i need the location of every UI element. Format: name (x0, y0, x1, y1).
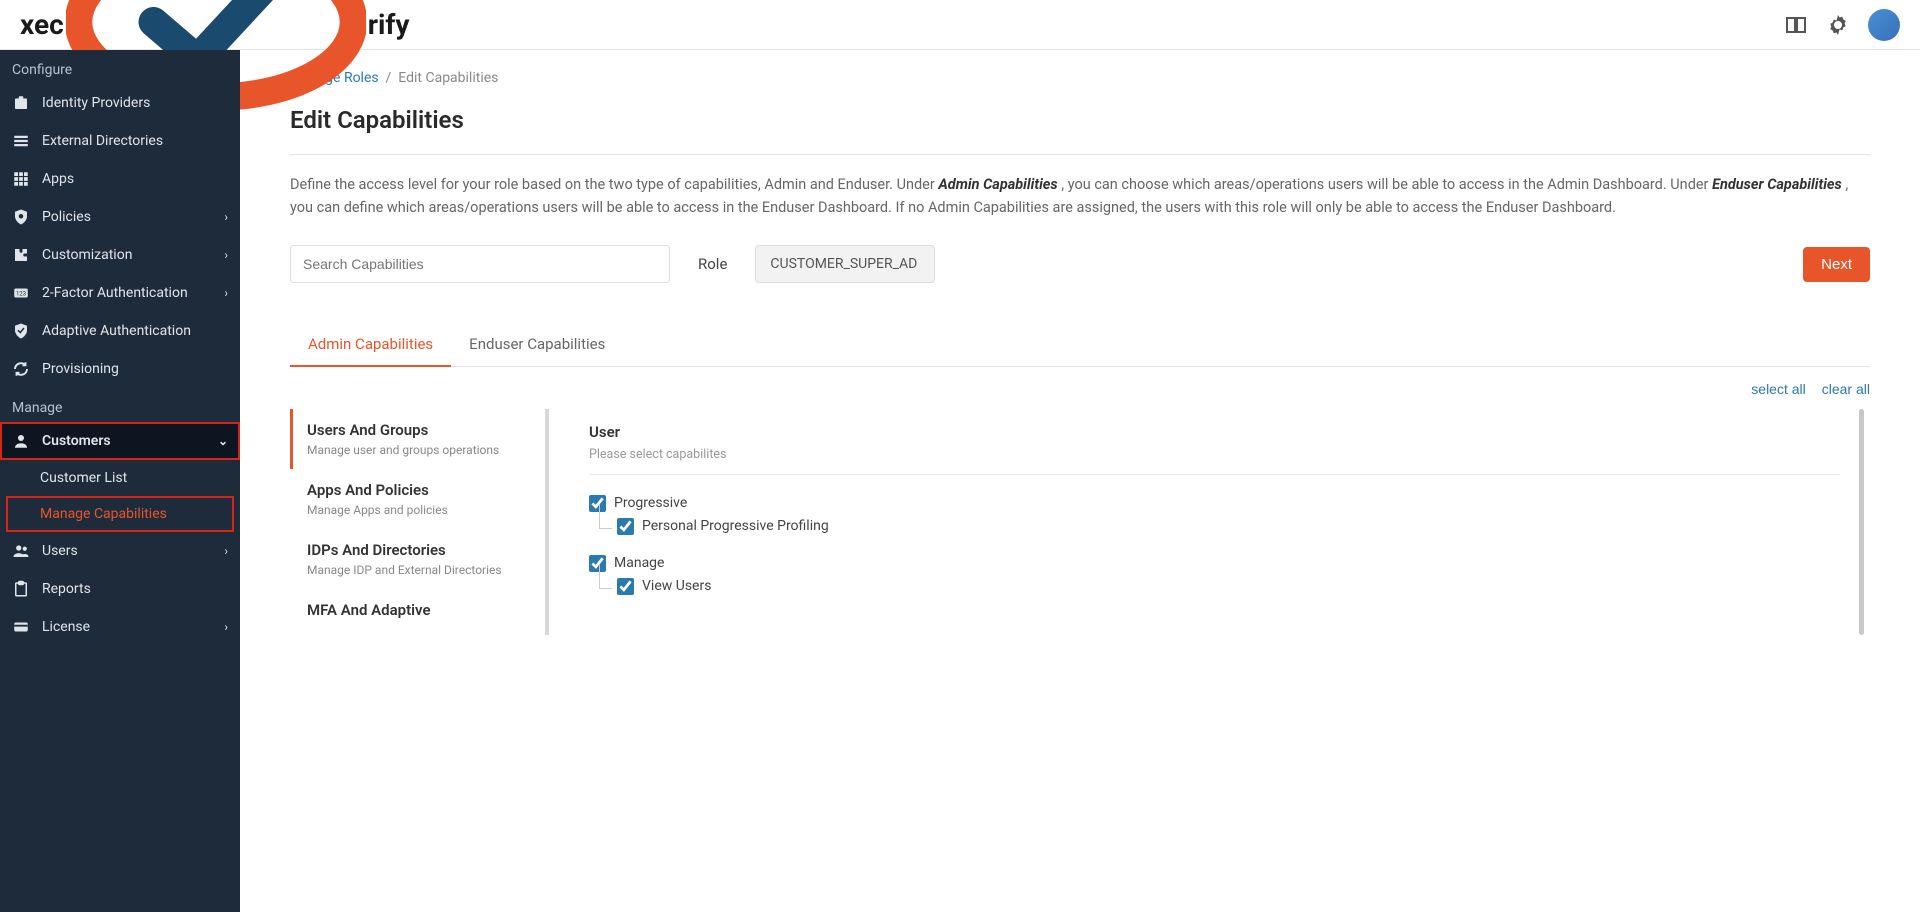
svg-text:123: 123 (16, 290, 26, 297)
sidebar-item-adaptive-authentication[interactable]: Adaptive Authentication (0, 312, 240, 350)
nav-label: Customers (42, 433, 111, 449)
nav-label: Customization (42, 247, 132, 263)
sidebar-item-policies[interactable]: Policies › (0, 198, 240, 236)
next-button[interactable]: Next (1803, 247, 1870, 282)
category-desc: Manage user and groups operations (307, 443, 531, 457)
chevron-right-icon: › (224, 248, 228, 262)
avatar[interactable] (1868, 9, 1900, 41)
grid-icon (12, 170, 30, 188)
nav-label: External Directories (42, 133, 163, 149)
category-desc: Manage Apps and policies (307, 503, 531, 517)
gear-icon[interactable] (1826, 13, 1850, 37)
shield-check-icon (12, 322, 30, 340)
chevron-right-icon: › (224, 544, 228, 558)
capability-manage: Manage (589, 555, 1840, 572)
role-label: Role (698, 255, 727, 273)
category-title: Apps And Policies (307, 481, 531, 499)
search-input[interactable] (290, 245, 670, 283)
category-title: MFA And Adaptive (307, 601, 531, 619)
card-icon (12, 618, 30, 636)
nav-label: 2-Factor Authentication (42, 285, 188, 301)
nav-label: Apps (42, 171, 74, 187)
sidebar-item-users[interactable]: Users › (0, 532, 240, 570)
nav-label: Users (42, 543, 78, 559)
clipboard-icon (12, 580, 30, 598)
category-mfa-and-adaptive[interactable]: MFA And Adaptive (290, 589, 545, 635)
tab-admin-capabilities[interactable]: Admin Capabilities (290, 323, 451, 367)
page-description: Define the access level for your role ba… (290, 173, 1870, 219)
logo-text-post: rify (368, 8, 410, 41)
category-title: Users And Groups (307, 421, 531, 439)
sidebar-subitem-customer-list[interactable]: Customer List (0, 460, 240, 496)
capability-categories: Users And Groups Manage user and groups o… (290, 409, 545, 635)
chevron-right-icon: › (224, 286, 228, 300)
divider (589, 474, 1840, 475)
sidebar-section-configure: Configure (0, 50, 240, 84)
sidebar-item-2-factor-authentication[interactable]: 123 2-Factor Authentication › (0, 274, 240, 312)
sidebar-item-external-directories[interactable]: External Directories (0, 122, 240, 160)
people-icon (12, 542, 30, 560)
category-idps-and-directories[interactable]: IDPs And Directories Manage IDP and Exter… (290, 529, 545, 589)
capability-view-users: View Users (617, 578, 1840, 595)
docs-icon[interactable] (1784, 13, 1808, 37)
sync-icon (12, 360, 30, 378)
main-content: Manage Roles / Edit Capabilities Edit Ca… (240, 50, 1920, 912)
divider (290, 154, 1870, 155)
capability-checkbox[interactable] (617, 578, 634, 595)
badge-icon (12, 94, 30, 112)
category-desc: Manage IDP and External Directories (307, 563, 531, 577)
sidebar-item-provisioning[interactable]: Provisioning (0, 350, 240, 388)
capability-detail: User Please select capabilites Progressi… (545, 409, 1870, 635)
breadcrumb-current: Edit Capabilities (398, 70, 498, 86)
clear-all-button[interactable]: clear all (1822, 381, 1870, 397)
capability-label: Progressive (614, 496, 687, 512)
category-users-and-groups[interactable]: Users And Groups Manage user and groups o… (290, 409, 545, 469)
tabs: Admin CapabilitiesEnduser Capabilities (290, 323, 1870, 367)
nav-label: Provisioning (42, 361, 119, 377)
category-apps-and-policies[interactable]: Apps And Policies Manage Apps and policie… (290, 469, 545, 529)
chevron-right-icon: › (224, 210, 228, 224)
capability-label: View Users (642, 579, 711, 595)
sidebar-item-reports[interactable]: Reports (0, 570, 240, 608)
sidebar-subitem-manage-capabilities[interactable]: Manage Capabilities (6, 496, 234, 532)
detail-subtitle: Please select capabilites (589, 447, 1840, 462)
nav-label: Policies (42, 209, 91, 225)
num-icon: 123 (12, 284, 30, 302)
tab-enduser-capabilities[interactable]: Enduser Capabilities (451, 323, 623, 366)
nav-label: Identity Providers (42, 95, 150, 111)
header: xec rify (0, 0, 1920, 50)
category-title: IDPs And Directories (307, 541, 531, 559)
page-title: Edit Capabilities (290, 106, 1870, 134)
sidebar: Configure Identity Providers External Dir… (0, 50, 240, 912)
person-icon (12, 432, 30, 450)
chevron-down-icon: ⌄ (218, 434, 228, 448)
logo-text-pre: xec (20, 8, 64, 41)
sidebar-section-manage: Manage (0, 388, 240, 422)
capability-personal-progressive-profiling: Personal Progressive Profiling (617, 518, 1840, 535)
sidebar-item-customers[interactable]: Customers ⌄ (0, 422, 240, 460)
nav-label: Reports (42, 581, 91, 597)
sidebar-item-identity-providers[interactable]: Identity Providers (0, 84, 240, 122)
puzzle-icon (12, 246, 30, 264)
capability-label: Manage (614, 556, 664, 572)
sidebar-item-customization[interactable]: Customization › (0, 236, 240, 274)
sidebar-item-license[interactable]: License › (0, 608, 240, 646)
sidebar-item-apps[interactable]: Apps (0, 160, 240, 198)
shield-icon (12, 208, 30, 226)
breadcrumb: Manage Roles / Edit Capabilities (290, 70, 1870, 86)
chevron-right-icon: › (224, 620, 228, 634)
nav-label: Adaptive Authentication (42, 323, 191, 339)
select-all-button[interactable]: select all (1751, 381, 1805, 397)
nav-label: License (42, 619, 90, 635)
role-value: CUSTOMER_SUPER_AD (755, 245, 935, 283)
capability-progressive: Progressive (589, 495, 1840, 512)
capability-label: Personal Progressive Profiling (642, 519, 829, 535)
list-icon (12, 132, 30, 150)
capability-checkbox[interactable] (617, 518, 634, 535)
detail-title: User (589, 423, 1840, 441)
